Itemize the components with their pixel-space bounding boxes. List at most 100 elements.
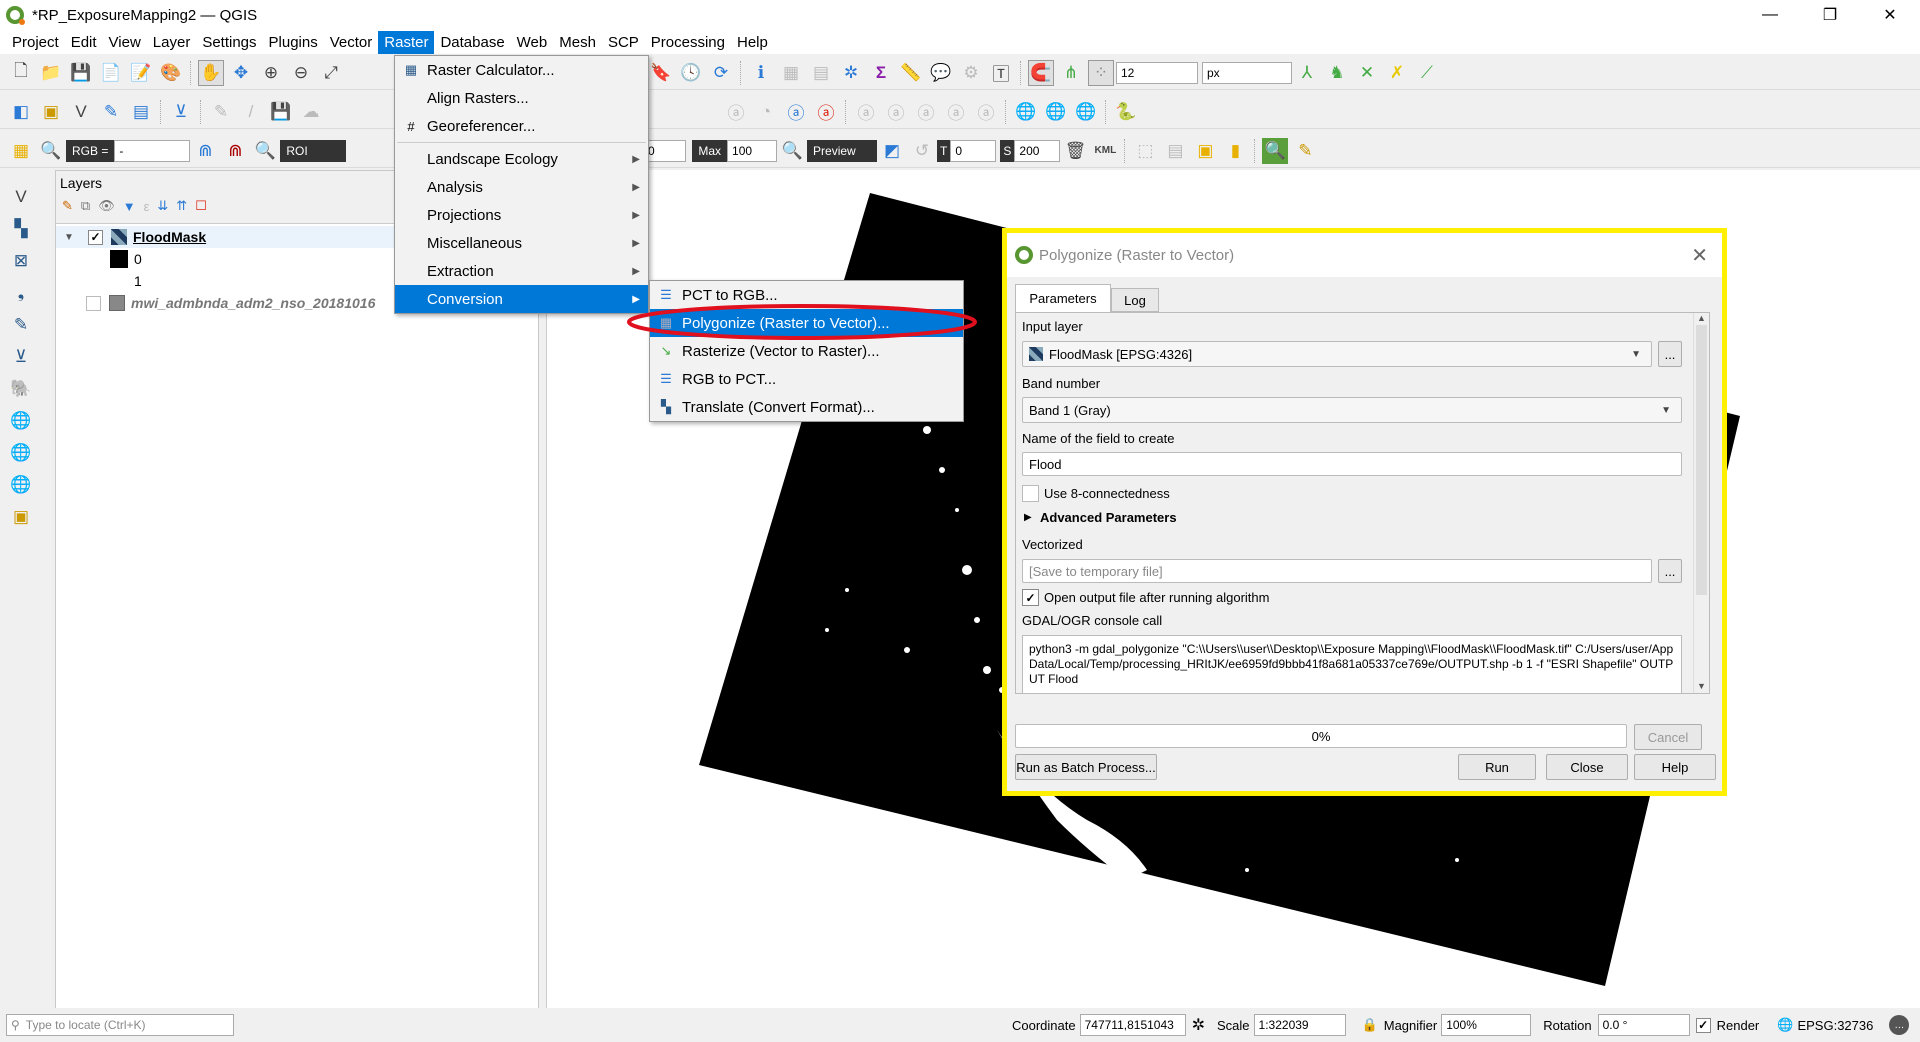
snap-vertex-icon[interactable]: ⋔ (1058, 60, 1084, 86)
advanced-parameters-toggle[interactable]: Advanced Parameters (1040, 510, 1177, 525)
parameters-scrollbar[interactable]: ▲ ▼ (1693, 313, 1709, 693)
metasearch-icon[interactable]: 🌐 (1013, 99, 1039, 125)
new-bookmark-icon[interactable]: 🔖 (648, 60, 674, 86)
new-geopackage-icon[interactable]: ▣ (38, 99, 64, 125)
locator-search-input[interactable]: ⚲ Type to locate (Ctrl+K) (6, 1014, 234, 1036)
field-calculator-icon[interactable]: ▤ (808, 60, 834, 86)
toggle-editing-icon[interactable]: / (238, 99, 264, 125)
tab-log[interactable]: Log (1111, 288, 1159, 312)
save-project-icon[interactable]: 💾 (68, 60, 94, 86)
menu-layer[interactable]: Layer (147, 31, 197, 54)
add-wfs-icon[interactable]: 🌐 (8, 472, 34, 498)
menu-item-landscape-ecology[interactable]: Landscape Ecology ▶ (395, 145, 648, 173)
lock-scale-icon[interactable]: 🔒 (1362, 1017, 1378, 1033)
select-by-location-icon[interactable]: ▮ (1222, 138, 1248, 164)
quick-search-icon[interactable]: 🔍 (1262, 137, 1289, 164)
kml-icon[interactable]: KML (1092, 138, 1118, 164)
t-input[interactable]: 0 (950, 139, 997, 162)
new-spatialite-icon[interactable]: ▤ (128, 99, 154, 125)
new-shapefile-icon[interactable]: V (68, 99, 94, 125)
actions-icon[interactable]: ⚙ (958, 60, 984, 86)
preview-button[interactable]: Preview (807, 139, 878, 162)
max-input[interactable]: 100 (727, 139, 778, 162)
avoid-overlap-icon[interactable]: ✗ (1384, 60, 1410, 86)
attribute-table-icon[interactable]: ▦ (778, 60, 804, 86)
menu-database[interactable]: Database (434, 31, 510, 54)
menu-processing[interactable]: Processing (645, 31, 731, 54)
zoom-in-icon[interactable]: ⊕ (258, 60, 284, 86)
std-dev-stretch-icon[interactable]: ⋒ (222, 138, 248, 164)
processing-toolbox-icon[interactable]: ✲ (838, 60, 864, 86)
crs-button[interactable]: EPSG:32736 (1797, 1018, 1873, 1033)
pan-icon[interactable]: ✋ (198, 59, 224, 86)
deselect-icon[interactable]: ▣ (1192, 138, 1218, 164)
style-manager-icon[interactable]: 🎨 (158, 60, 184, 86)
snap-tolerance-input[interactable]: 12 (1116, 61, 1198, 84)
console-call-text[interactable]: python3 -m gdal_polygonize "C:\\Users\\u… (1022, 635, 1682, 693)
add-xyz-icon[interactable]: 🌐 (8, 440, 34, 466)
add-group-icon[interactable]: ⧉ (81, 198, 90, 214)
cancel-button[interactable]: Cancel (1634, 724, 1702, 750)
new-print-layout-icon[interactable]: 📄 (98, 60, 124, 86)
python-console-icon[interactable]: 🐍 (1113, 99, 1139, 125)
identify-icon[interactable]: ℹ (748, 60, 774, 86)
menu-item-translate[interactable]: ▚ Translate (Convert Format)... (650, 393, 963, 421)
connectedness-checkbox[interactable] (1022, 485, 1039, 502)
show-hide-labels-icon[interactable]: ⓐ (883, 99, 909, 125)
render-checkbox[interactable]: ✓ (1695, 1017, 1711, 1033)
redo-preview-icon[interactable]: ◩ (879, 138, 905, 164)
scroll-up-icon[interactable]: ▲ (1694, 313, 1709, 323)
menu-plugins[interactable]: Plugins (263, 31, 324, 54)
open-project-icon[interactable]: 📁 (38, 60, 64, 86)
rotate-label-icon[interactable]: ⓐ (943, 99, 969, 125)
local-cumulative-stretch-icon[interactable]: ⋒ (192, 138, 218, 164)
new-project-icon[interactable]: 🗋 (8, 60, 34, 86)
add-delimited-text-icon[interactable]: ❟ (8, 280, 34, 306)
osm-search-icon[interactable]: 🌐 (1073, 99, 1099, 125)
scale-select[interactable]: 1:322039 (1253, 1014, 1346, 1036)
magnifier-input[interactable]: 100% (1441, 1014, 1532, 1036)
zoom-out-icon[interactable]: ⊖ (288, 60, 314, 86)
add-wms-icon[interactable]: 🌐 (8, 408, 34, 434)
menu-raster[interactable]: Raster (378, 30, 435, 54)
remove-layer-icon[interactable]: ☐ (195, 198, 207, 214)
add-postgis-icon[interactable]: 🐘 (8, 376, 34, 402)
menu-item-rgb-to-pct[interactable]: ☰ RGB to PCT... (650, 365, 963, 393)
label-icon[interactable]: ⓐ (723, 99, 749, 125)
layer-visibility-checkbox[interactable]: ✓ (88, 229, 103, 245)
run-button[interactable]: Run (1458, 754, 1536, 780)
rgb-select[interactable]: - (114, 139, 191, 162)
add-spatialite-icon[interactable]: ✎ (8, 312, 34, 338)
close-button[interactable]: Close (1546, 754, 1628, 780)
menu-item-raster-calculator[interactable]: ▦ Raster Calculator... (395, 56, 648, 84)
menu-web[interactable]: Web (511, 31, 554, 54)
topological-editing-icon[interactable]: ⅄ (1294, 60, 1320, 86)
expand-arrow-icon[interactable]: ▼ (64, 232, 82, 243)
help-button[interactable]: Help (1634, 754, 1716, 780)
messages-icon[interactable]: … (1889, 1015, 1910, 1035)
open-output-checkbox[interactable]: ✓ (1022, 589, 1039, 606)
expression-filter-icon[interactable]: ε (144, 199, 150, 214)
menu-item-conversion[interactable]: Conversion ▶ (395, 285, 648, 313)
restore-button[interactable]: ❐ (1800, 0, 1860, 30)
map-swipe-icon[interactable]: ✎ (1292, 138, 1318, 164)
roi-label[interactable]: ROI (280, 139, 347, 162)
move-label-icon[interactable]: ⓐ (913, 99, 939, 125)
menu-item-align-rasters[interactable]: Align Rasters... (395, 84, 648, 112)
minimize-button[interactable]: — (1740, 0, 1800, 30)
tab-parameters[interactable]: Parameters (1015, 284, 1111, 312)
undo-preview-icon[interactable]: ↺ (909, 138, 935, 164)
intersection-icon[interactable]: ✕ (1354, 60, 1380, 86)
current-edits-icon[interactable]: ✎ (208, 99, 234, 125)
highlight-labels-icon[interactable]: ⓐ (813, 99, 839, 125)
attribute-form-icon[interactable]: ▤ (1162, 138, 1188, 164)
layout-manager-icon[interactable]: 📝 (128, 60, 154, 86)
data-source-manager-icon[interactable]: ◧ (8, 99, 34, 125)
add-mesh-layer-icon[interactable]: ⊠ (8, 248, 34, 274)
rotation-input[interactable]: 0.0 ° (1597, 1014, 1690, 1036)
change-label-icon[interactable]: ⓐ (973, 99, 999, 125)
add-vector-layer-icon[interactable]: V (8, 184, 34, 210)
statistics-icon[interactable]: Σ (868, 60, 894, 86)
diagram-icon[interactable]: ◔ (753, 99, 779, 125)
input-layer-browse-button[interactable]: ... (1658, 341, 1682, 367)
